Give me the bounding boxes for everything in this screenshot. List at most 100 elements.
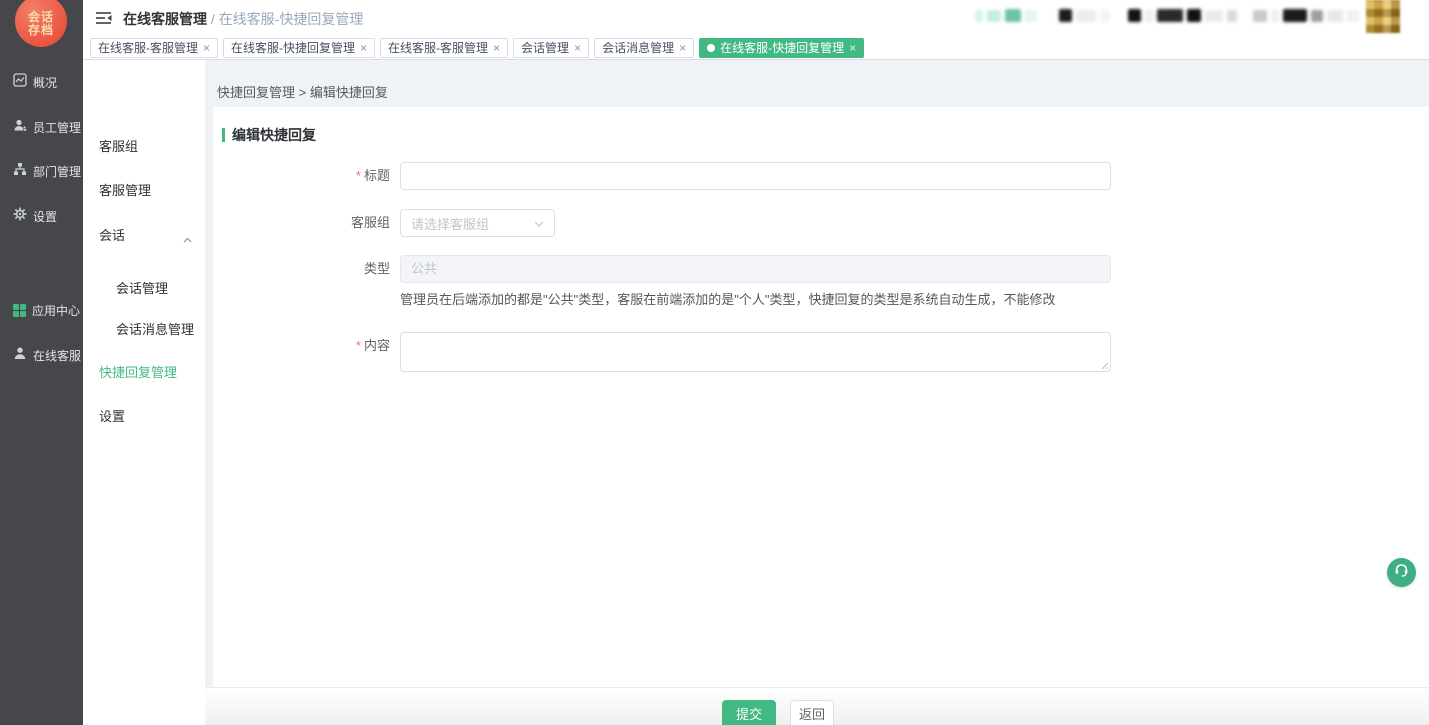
tab-view[interactable]: 会话消息管理×	[594, 38, 694, 58]
redacted-block	[987, 10, 1001, 22]
secondary-sidebar: 客服组 客服管理 会话 会话管理 会话消息管理 快捷回复管理 设置	[83, 60, 205, 725]
tag-view-bar: 在线客服-客服管理 × 在线客服-快捷回复管理 × 在线客服-客服管理 × 会话管理 ×…	[83, 36, 1429, 60]
submenu-item-quick-reply-mgmt[interactable]: 快捷回复管理	[83, 362, 205, 380]
tab-label: 会话管理	[521, 39, 569, 56]
group-select-placeholder: 请选择客服组	[411, 214, 534, 233]
submenu-label: 会话消息管理	[116, 319, 194, 338]
submenu-label: 设置	[99, 406, 125, 425]
app-window: 会话 存档 概况 员工管理 部门管理 设置 应用中心 在线客服	[0, 0, 1429, 725]
tab-label: 在线客服-客服管理	[388, 39, 488, 56]
primary-sidebar: 会话 存档 概况 员工管理 部门管理 设置 应用中心 在线客服	[0, 0, 83, 725]
tab-view[interactable]: 会话管理 ×	[513, 38, 589, 58]
type-input-disabled: 公共	[400, 255, 1111, 283]
close-icon[interactable]: ×	[493, 42, 500, 54]
active-dot	[707, 44, 715, 52]
header-redacted-area	[975, 9, 1359, 22]
submenu-label: 会话	[99, 225, 125, 244]
redacted-block	[1327, 10, 1343, 22]
content-label: *内容	[213, 332, 390, 360]
redacted-block	[1059, 9, 1072, 22]
form-action-bar: 提交 返回	[205, 687, 1429, 725]
tab-view[interactable]: 在线客服-客服管理 ×	[90, 38, 218, 58]
group-select[interactable]: 请选择客服组	[400, 209, 555, 237]
required-marker: *	[356, 338, 361, 353]
type-value: 公共	[411, 261, 437, 276]
sidebar-item-overview[interactable]: 概况	[0, 73, 83, 91]
sidebar-item-settings[interactable]: 设置	[0, 207, 83, 225]
section-title-accent-bar	[222, 128, 225, 142]
user-avatar[interactable]	[1366, 0, 1400, 33]
tab-label: 在线客服-快捷回复管理	[720, 39, 844, 56]
chevron-up-icon	[183, 231, 192, 246]
page-breadcrumb: 快捷回复管理 > 编辑快捷回复	[217, 82, 388, 101]
logo-text-line2: 存档	[28, 24, 54, 37]
sidebar-item-app-center[interactable]: 应用中心	[0, 301, 83, 319]
redacted-block	[1128, 9, 1141, 22]
sidebar-item-label: 设置	[33, 208, 57, 225]
close-icon[interactable]: ×	[360, 42, 367, 54]
redacted-gap	[1241, 10, 1249, 22]
title-input[interactable]	[400, 162, 1111, 190]
breadcrumb-current: 在线客服-快捷回复管理	[219, 11, 364, 27]
redacted-gap	[1041, 10, 1055, 22]
headset-icon	[1393, 562, 1410, 584]
close-icon[interactable]: ×	[203, 42, 210, 54]
submenu-group-session[interactable]: 会话	[83, 225, 205, 243]
tab-label: 在线客服-客服管理	[98, 39, 198, 56]
redacted-block	[1205, 10, 1223, 22]
customer-service-fab[interactable]	[1387, 558, 1416, 587]
redacted-block	[1227, 10, 1237, 22]
submenu-item-service-mgmt[interactable]: 客服管理	[83, 180, 205, 198]
submenu-item-service-group[interactable]: 客服组	[83, 136, 205, 154]
redacted-block	[1347, 10, 1359, 22]
close-icon[interactable]: ×	[574, 42, 581, 54]
online-service-icon	[13, 346, 27, 365]
edit-quick-reply-card: 编辑快捷回复 *标题 客服组 请选择客服组 类型 公共 管理员在后端添加的都是"…	[213, 107, 1429, 687]
section-title-text: 编辑快捷回复	[232, 125, 316, 145]
app-logo[interactable]: 会话 存档	[15, 0, 67, 47]
tab-view[interactable]: 在线客服-客服管理 ×	[380, 38, 508, 58]
sidebar-item-label: 员工管理	[33, 119, 81, 136]
submenu-label: 客服管理	[99, 180, 151, 199]
redacted-block	[1005, 9, 1021, 22]
tab-view[interactable]: 在线客服-快捷回复管理 ×	[223, 38, 375, 58]
redacted-block	[1253, 10, 1267, 22]
breadcrumb-root[interactable]: 在线客服管理	[123, 11, 207, 27]
form-row-title: *标题	[213, 162, 1429, 190]
tab-label: 在线客服-快捷回复管理	[231, 39, 355, 56]
apps-icon	[13, 304, 26, 317]
back-button[interactable]: 返回	[790, 700, 834, 725]
sidebar-item-label: 在线客服	[33, 347, 81, 364]
content-textarea[interactable]	[400, 332, 1111, 372]
breadcrumb-separator: /	[211, 11, 215, 27]
sidebar-item-staff[interactable]: 员工管理	[0, 118, 83, 136]
submenu-item-settings[interactable]: 设置	[83, 406, 205, 424]
type-label: 类型	[213, 255, 390, 283]
redacted-block	[1271, 10, 1279, 22]
redacted-block	[1100, 10, 1110, 22]
submenu-item-session-message-mgmt[interactable]: 会话消息管理	[83, 319, 205, 337]
redacted-block	[1187, 9, 1201, 22]
redacted-block	[1283, 9, 1307, 22]
redacted-block	[1076, 10, 1096, 22]
close-icon[interactable]: ×	[679, 42, 686, 54]
tab-view-active[interactable]: 在线客服-快捷回复管理 ×	[699, 38, 864, 58]
redacted-block	[1311, 10, 1323, 22]
submenu-item-session-mgmt[interactable]: 会话管理	[83, 278, 205, 296]
redacted-block	[975, 10, 983, 22]
staff-icon	[13, 118, 27, 137]
main-content: 快捷回复管理 > 编辑快捷回复 编辑快捷回复 *标题 客服组 请选择客服组	[205, 60, 1429, 725]
form-row-group: 客服组 请选择客服组	[213, 209, 1429, 237]
close-icon[interactable]: ×	[849, 42, 856, 54]
submenu-label: 客服组	[99, 136, 138, 155]
submit-button[interactable]: 提交	[722, 700, 776, 725]
breadcrumb: 在线客服管理 / 在线客服-快捷回复管理	[123, 9, 363, 29]
menu-fold-icon[interactable]	[95, 10, 113, 26]
sidebar-item-label: 概况	[33, 74, 57, 91]
required-marker: *	[356, 168, 361, 183]
redacted-gap	[1114, 10, 1124, 22]
sidebar-item-department[interactable]: 部门管理	[0, 162, 83, 180]
sidebar-item-online-service[interactable]: 在线客服	[0, 346, 83, 364]
form-row-type: 类型 公共	[213, 255, 1429, 283]
sidebar-item-label: 应用中心	[32, 302, 80, 319]
